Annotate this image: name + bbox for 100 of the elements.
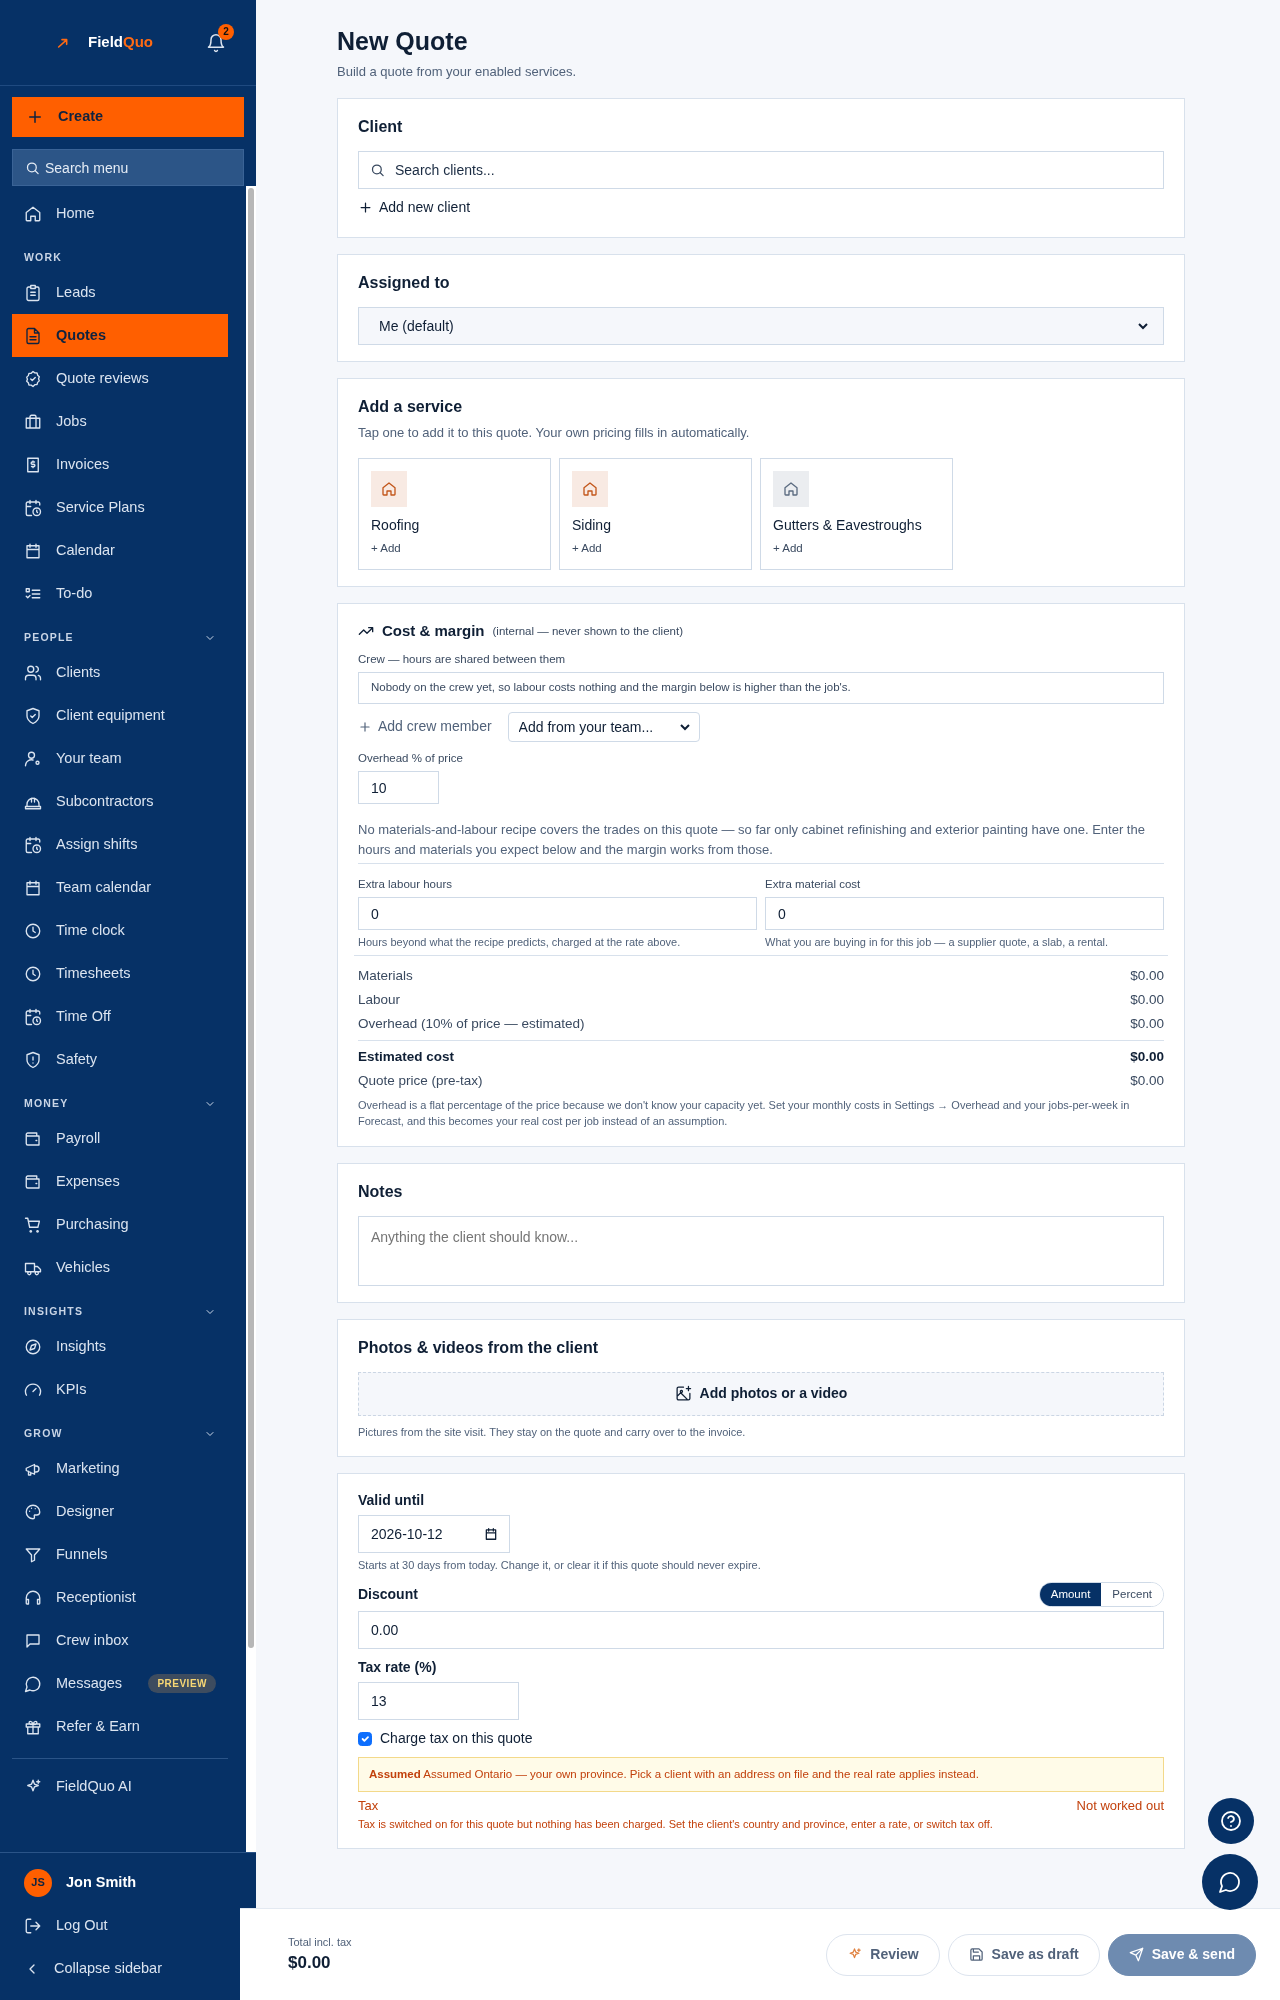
- summary-label: Estimated cost: [358, 1047, 455, 1066]
- nav-item[interactable]: FieldQuo AI: [12, 1765, 228, 1808]
- nav-item[interactable]: Insights: [12, 1325, 228, 1368]
- nav-item[interactable]: Payroll: [12, 1117, 228, 1160]
- check-badge-icon: [24, 369, 42, 388]
- shield-check-icon: [24, 706, 42, 725]
- discount-input[interactable]: 0.00: [358, 1611, 1164, 1649]
- number-input[interactable]: 0: [358, 897, 757, 931]
- search-menu-field[interactable]: Search menu: [13, 150, 243, 185]
- nav-item[interactable]: Calendar: [12, 529, 228, 572]
- log-out-icon: [24, 1916, 42, 1935]
- nav-item[interactable]: Invoices: [12, 443, 228, 486]
- assignee-select[interactable]: Me (default): [358, 306, 1164, 345]
- add-photos-button[interactable]: Add photos or a video: [358, 1371, 1164, 1416]
- nav-item[interactable]: Your team: [12, 737, 228, 780]
- brand-logo[interactable]: FieldQuo: [88, 31, 153, 54]
- help-button[interactable]: [1208, 1798, 1254, 1844]
- wallet-icon: [24, 1129, 42, 1148]
- card-title: Client: [358, 116, 404, 137]
- funnel-icon: [24, 1545, 42, 1564]
- total-label: Total incl. tax: [288, 1934, 352, 1950]
- clipboard-icon: [24, 283, 42, 302]
- create-button[interactable]: Create: [12, 97, 244, 137]
- save-send-button[interactable]: Save & send: [1107, 1933, 1256, 1976]
- nav-item[interactable]: Timesheets: [12, 952, 228, 995]
- nav-item[interactable]: Team calendar: [12, 866, 228, 909]
- add-new-client-link[interactable]: Add new client: [358, 196, 471, 218]
- summary-value: $0.00: [1130, 1047, 1164, 1066]
- date-input[interactable]: 2026-10-12: [358, 1515, 510, 1554]
- cart-icon: [24, 1215, 42, 1234]
- nav-item[interactable]: Vehicles: [12, 1246, 228, 1289]
- shield-icon: [24, 1050, 42, 1069]
- nav-item[interactable]: Assign shifts: [12, 823, 228, 866]
- nav-item[interactable]: Purchasing: [12, 1203, 228, 1246]
- user-profile[interactable]: JS Jon Smith: [12, 1861, 228, 1904]
- notes-textarea[interactable]: Anything the client should know...: [358, 1215, 1164, 1286]
- nav-item[interactable]: Safety: [12, 1038, 228, 1081]
- field-hint: Starts at 30 days from today. Change it, or clear it if this quote should never expire.: [358, 1558, 762, 1574]
- nav-item[interactable]: Home: [12, 192, 228, 235]
- nav-item[interactable]: Time Off: [12, 995, 228, 1038]
- charge-tax-checkbox[interactable]: [358, 1731, 372, 1746]
- nav-item[interactable]: Client equipment: [12, 694, 228, 737]
- summary-value: $0.00: [1130, 1071, 1164, 1090]
- summary-label: Overhead (10% of price — estimated): [358, 1014, 585, 1033]
- section-heading: PEOPLE: [24, 630, 74, 646]
- nav-item[interactable]: KPIs: [12, 1368, 228, 1411]
- review-button[interactable]: Review: [826, 1933, 940, 1976]
- assumed-province-warning: Assumed Assumed Ontario — your own province. Pick a client with an address on file and the real rate applies instead.: [358, 1757, 1164, 1793]
- nav-item[interactable]: Jobs: [12, 400, 228, 443]
- section-heading: WORK: [24, 250, 63, 266]
- avatar-circle: JS: [24, 1868, 52, 1897]
- nav-item[interactable]: Expenses: [12, 1160, 228, 1203]
- clock-icon: [24, 964, 42, 983]
- nav-item[interactable]: Quotes: [12, 314, 228, 357]
- team-select[interactable]: Add from your team...: [507, 711, 700, 742]
- nav-item[interactable]: Clients: [12, 651, 228, 694]
- nav-item[interactable]: Messages PREVIEW: [12, 1662, 228, 1705]
- log-out-link[interactable]: Log Out: [12, 1904, 228, 1947]
- users-icon: [24, 663, 42, 682]
- add-crew-member-link[interactable]: Add crew member: [358, 716, 492, 738]
- nav-item[interactable]: Time clock: [12, 909, 228, 952]
- photos-hint: Pictures from the site visit. They stay on the quote and carry over to the invoice.: [358, 1424, 747, 1440]
- calendar-icon: [24, 878, 42, 897]
- calendar-clock-icon: [24, 498, 42, 517]
- number-input[interactable]: 0: [765, 897, 1164, 931]
- nav-item[interactable]: Subcontractors: [12, 780, 228, 823]
- nav-item[interactable]: Receptionist: [12, 1576, 228, 1619]
- nav-item[interactable]: Crew inbox: [12, 1619, 228, 1662]
- tax-label: Tax: [358, 1797, 379, 1816]
- service-tile[interactable]: Gutters & Eavestroughs + Add: [760, 458, 953, 570]
- field-label: Discount: [358, 1584, 418, 1604]
- field-hint: What you are buying in for this job — a supplier quote, a slab, a rental.: [765, 935, 1110, 951]
- clock-icon: [24, 921, 42, 940]
- nav-item[interactable]: Leads: [12, 271, 228, 314]
- service-tile[interactable]: Roofing + Add: [358, 458, 551, 570]
- nav-item[interactable]: Funnels: [12, 1533, 228, 1576]
- checkbox-label: Charge tax on this quote: [380, 1729, 533, 1748]
- collapse-sidebar-button[interactable]: Collapse sidebar: [12, 1947, 228, 1990]
- client-search-field[interactable]: Search clients...: [358, 150, 1164, 189]
- save-draft-button[interactable]: Save as draft: [947, 1933, 1100, 1976]
- palette-icon: [24, 1502, 42, 1521]
- nav-item[interactable]: Designer: [12, 1490, 228, 1533]
- tax-value: Not worked out: [1076, 1797, 1164, 1816]
- section-heading: GROW: [24, 1426, 63, 1442]
- nav-item[interactable]: Marketing: [12, 1447, 228, 1490]
- calendar-icon: [24, 541, 42, 560]
- tax-rate-input[interactable]: 13: [358, 1682, 519, 1720]
- overhead-input[interactable]: 10: [358, 771, 439, 804]
- nav-item[interactable]: Refer & Earn: [12, 1705, 228, 1748]
- chat-button[interactable]: [1202, 1854, 1258, 1910]
- discount-mode-toggle[interactable]: Amount: [1039, 1582, 1102, 1606]
- field-label: Overhead % of price: [358, 750, 464, 766]
- compass-icon: [24, 1337, 42, 1356]
- recipe-note: No materials-and-labour recipe covers the trades on this quote — so far only cabinet refinishing and exterior painting have one. Enter the hours and materials you expect below and the margin works from those.: [358, 820, 1164, 864]
- nav-item[interactable]: Quote reviews: [12, 357, 228, 400]
- scrollbar[interactable]: [246, 186, 256, 1852]
- service-tile[interactable]: Siding + Add: [559, 458, 752, 570]
- card-title: Photos & videos from the client: [358, 1337, 600, 1358]
- nav-item[interactable]: To-do: [12, 572, 228, 615]
- nav-item[interactable]: Service Plans: [12, 486, 228, 529]
